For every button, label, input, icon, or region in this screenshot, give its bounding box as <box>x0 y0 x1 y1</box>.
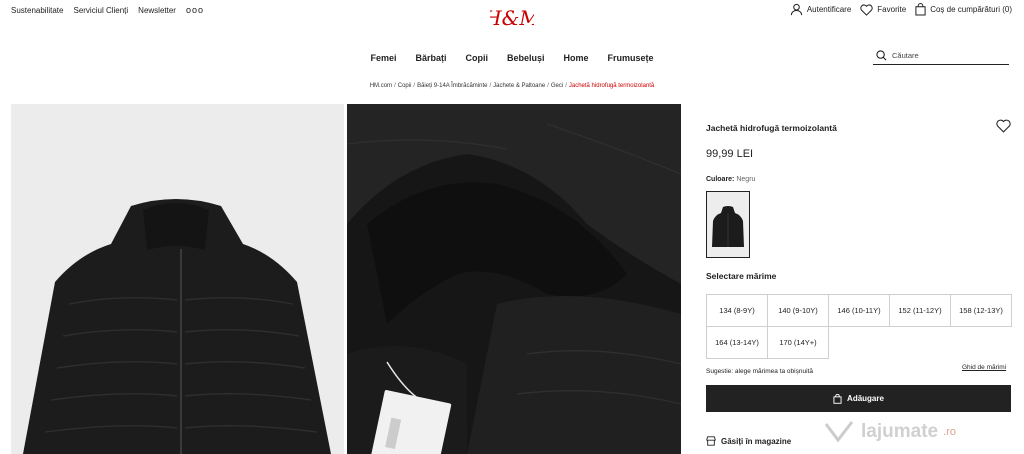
size-option[interactable]: 158 (12-13Y) <box>950 294 1012 327</box>
product-name: Jachetă hidrofugă termoizolantă <box>706 123 837 133</box>
store-icon <box>706 436 716 446</box>
account-actions: Autentificare Favorite Coș de cumpărătur… <box>790 3 1012 16</box>
breadcrumb-separator: / <box>489 83 492 89</box>
breadcrumb-separator: / <box>547 83 549 89</box>
size-option[interactable]: 146 (10-11Y) <box>828 294 890 327</box>
link-sustainability[interactable]: Sustenabilitate <box>11 6 63 15</box>
color-label: Culoare: <box>706 176 735 183</box>
size-selection-title: Selectare mărime <box>706 271 777 281</box>
product-price: 99,99 LEI <box>706 148 754 160</box>
watermark-logo-icon <box>824 421 854 443</box>
breadcrumb-separator: / <box>413 83 416 89</box>
search-icon <box>876 50 887 61</box>
breadcrumb-item[interactable]: HM.com <box>370 83 392 89</box>
cart-label: Coș de cumpărături (0) <box>930 5 1012 14</box>
logo-text: H&M <box>490 6 534 30</box>
breadcrumb-separator: / <box>394 83 396 89</box>
find-in-store-button[interactable]: Găsiți în magazine <box>706 436 791 446</box>
user-icon <box>790 3 802 16</box>
add-to-cart-label: Adăugare <box>847 394 884 403</box>
product-image-front[interactable] <box>11 104 344 454</box>
watermark-domain: .ro <box>943 426 956 438</box>
heart-icon <box>996 119 1011 133</box>
link-newsletter[interactable]: Newsletter <box>138 6 176 15</box>
heart-icon <box>860 3 873 16</box>
add-to-favorites-button[interactable] <box>996 119 1011 138</box>
color-value: Negru <box>736 176 756 183</box>
size-guide-link[interactable]: Ghid de mărimi <box>962 364 1006 371</box>
nav-women[interactable]: Femei <box>370 53 396 63</box>
size-option[interactable]: 140 (9-10Y) <box>767 294 829 327</box>
size-grid: 134 (8-9Y) 140 (9-10Y) 146 (10-11Y) 152 … <box>706 294 1012 359</box>
watermark: lajumate .ro <box>822 420 956 444</box>
login-label: Autentificare <box>806 5 852 14</box>
search-input[interactable]: Căutare <box>873 47 1009 65</box>
link-customer-service[interactable]: Serviciul Clienți <box>73 6 128 15</box>
color-swatch-black[interactable] <box>706 191 750 258</box>
breadcrumb-item[interactable]: Copii <box>398 83 412 89</box>
utility-links: Sustenabilitate Serviciul Clienți Newsle… <box>11 6 204 16</box>
search-placeholder: Căutare <box>892 51 919 60</box>
size-option[interactable]: 164 (13-14Y) <box>706 326 768 359</box>
favorites-button[interactable]: Favorite <box>860 3 907 16</box>
breadcrumb-separator: / <box>565 83 567 89</box>
nav-kids[interactable]: Copii <box>465 53 488 63</box>
size-option[interactable]: 134 (8-9Y) <box>706 294 768 327</box>
breadcrumb-current: Jachetă hidrofugă termoizolantă <box>568 83 655 89</box>
nav-beauty[interactable]: Frumusețe <box>608 53 654 63</box>
more-menu-icon[interactable]: ooo <box>186 6 204 15</box>
size-option[interactable]: 152 (11-12Y) <box>889 294 951 327</box>
bag-icon <box>833 393 842 404</box>
watermark-brand: lajumate <box>861 421 939 442</box>
jacket-thumbnail <box>712 205 744 247</box>
hm-logo[interactable]: H&M <box>483 4 540 30</box>
main-navigation: Femei Bărbați Copii Bebeluși Home Frumus… <box>0 53 1024 63</box>
breadcrumb-item[interactable]: Jachete & Paltoane <box>493 83 545 89</box>
nav-baby[interactable]: Bebeluși <box>507 53 545 63</box>
nav-men[interactable]: Bărbați <box>415 53 446 63</box>
size-option[interactable]: 170 (14Y+) <box>767 326 829 359</box>
find-in-store-label: Găsiți în magazine <box>721 436 792 446</box>
add-to-cart-button[interactable]: Adăugare <box>706 385 1011 412</box>
breadcrumb-item[interactable]: Băieți 9-14A Îmbrăcăminte <box>417 83 487 89</box>
color-info: Culoare: Negru <box>706 176 755 183</box>
size-suggestion: Sugestie: alege mărimea ta obișnuită <box>706 368 813 375</box>
bag-icon <box>915 3 926 16</box>
login-button[interactable]: Autentificare <box>790 3 851 16</box>
nav-home[interactable]: Home <box>564 53 589 63</box>
product-image-detail[interactable] <box>347 104 681 454</box>
cart-button[interactable]: Coș de cumpărături (0) <box>915 3 1012 16</box>
breadcrumb: HM.com / Copii / Băieți 9-14A Îmbrăcăminte / J… <box>0 83 1024 89</box>
breadcrumb-item[interactable]: Geci <box>551 83 563 89</box>
favorites-label: Favorite <box>877 5 907 14</box>
